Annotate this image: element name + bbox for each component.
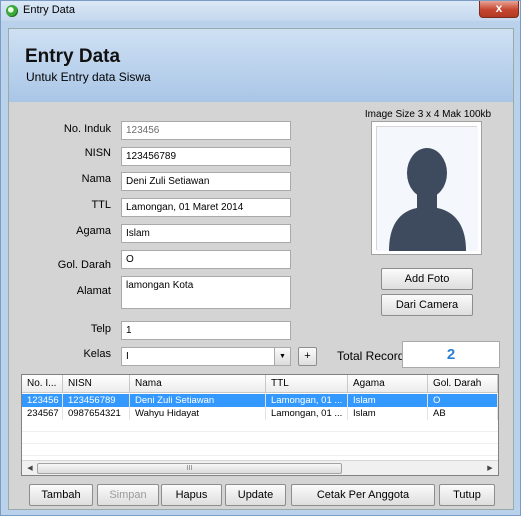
alamat-label: Alamat: [76, 285, 111, 297]
cell-agama: Islam: [348, 394, 428, 407]
cell-nama: Wahyu Hidayat: [130, 407, 266, 420]
no-induk-field[interactable]: 123456: [121, 121, 291, 140]
person-silhouette-icon: [377, 127, 478, 251]
dari-camera-button[interactable]: Dari Camera: [381, 294, 473, 316]
scroll-left-icon[interactable]: ◀: [23, 462, 37, 475]
entry-data-window: Entry Data x Entry Data Untuk Entry data…: [0, 0, 521, 516]
ttl-label: TTL: [91, 199, 111, 211]
agama-field[interactable]: Islam: [121, 224, 291, 243]
nisn-label: NISN: [84, 147, 111, 159]
telp-field[interactable]: 1: [121, 321, 291, 340]
nama-field[interactable]: Deni Zuli Setiawan: [121, 172, 291, 191]
empty-row: [22, 444, 498, 456]
cell-nama: Deni Zuli Setiawan: [130, 394, 266, 407]
cell-no-induk: 234567: [22, 407, 63, 420]
photo-frame: [371, 121, 482, 255]
cell-gol-darah: O: [428, 394, 498, 407]
cell-gol-darah: AB: [428, 407, 498, 420]
agama-label: Agama: [76, 225, 111, 237]
gol-darah-label: Gol. Darah: [57, 259, 111, 271]
scroll-thumb[interactable]: III: [37, 463, 342, 474]
empty-row: [22, 420, 498, 432]
column-header-nisn[interactable]: NISN: [63, 375, 130, 393]
kelas-selected-value: I: [126, 351, 129, 362]
gol-darah-field[interactable]: O: [121, 250, 291, 269]
table-row[interactable]: 234567 0987654321 Wahyu Hidayat Lamongan…: [22, 407, 498, 420]
cell-nisn: 123456789: [63, 394, 130, 407]
chevron-down-icon[interactable]: ▼: [274, 348, 290, 365]
cell-no-induk: 123456: [22, 394, 63, 407]
page-title: Entry Data: [25, 46, 121, 67]
cell-nisn: 0987654321: [63, 407, 130, 420]
empty-row: [22, 432, 498, 444]
header-panel: Entry Data Untuk Entry data Siswa: [9, 29, 513, 102]
column-header-no-induk[interactable]: No. I...: [22, 375, 63, 393]
nisn-field[interactable]: 123456789: [121, 147, 291, 166]
column-header-gol-darah[interactable]: Gol. Darah: [428, 375, 498, 393]
column-header-nama[interactable]: Nama: [130, 375, 266, 393]
cetak-per-anggota-button[interactable]: Cetak Per Anggota: [291, 484, 435, 506]
tambah-button[interactable]: Tambah: [29, 484, 93, 506]
kelas-select[interactable]: I ▼: [121, 347, 291, 366]
cell-ttl: Lamongan, 01 ...: [266, 407, 348, 420]
client-area: Entry Data Untuk Entry data Siswa No. In…: [8, 28, 514, 510]
table-row[interactable]: 123456 123456789 Deni Zuli Setiawan Lamo…: [22, 394, 498, 407]
hapus-button[interactable]: Hapus: [161, 484, 222, 506]
grid-header: No. I... NISN Nama TTL Agama Gol. Darah: [22, 375, 498, 393]
data-grid[interactable]: No. I... NISN Nama TTL Agama Gol. Darah …: [21, 374, 499, 476]
alamat-field[interactable]: lamongan Kota: [121, 276, 291, 309]
horizontal-scrollbar[interactable]: ◀ III ▶: [22, 460, 498, 475]
total-record-label: Total Record: [337, 349, 405, 363]
nama-label: Nama: [81, 173, 111, 185]
photo-placeholder: [376, 126, 478, 251]
cell-ttl: Lamongan, 01 ...: [266, 394, 348, 407]
no-induk-label: No. Induk: [63, 123, 111, 135]
column-header-ttl[interactable]: TTL: [266, 375, 348, 393]
column-header-agama[interactable]: Agama: [348, 375, 428, 393]
close-button[interactable]: x: [479, 1, 519, 18]
cell-agama: Islam: [348, 407, 428, 420]
app-icon: [6, 5, 18, 17]
telp-label: Telp: [90, 323, 111, 335]
tutup-button[interactable]: Tutup: [439, 484, 495, 506]
simpan-button[interactable]: Simpan: [97, 484, 159, 506]
update-button[interactable]: Update: [225, 484, 286, 506]
scroll-right-icon[interactable]: ▶: [483, 462, 497, 475]
ttl-field[interactable]: Lamongan, 01 Maret 2014: [121, 198, 291, 217]
window-title: Entry Data: [23, 4, 75, 16]
image-size-caption: Image Size 3 x 4 Mak 100kb: [364, 109, 492, 120]
add-foto-button[interactable]: Add Foto: [381, 268, 473, 290]
kelas-label: Kelas: [83, 348, 111, 360]
title-bar[interactable]: Entry Data x: [1, 1, 520, 21]
page-subtitle: Untuk Entry data Siswa: [26, 70, 151, 84]
add-kelas-button[interactable]: +: [298, 347, 317, 366]
total-record-value: 2: [402, 341, 500, 368]
